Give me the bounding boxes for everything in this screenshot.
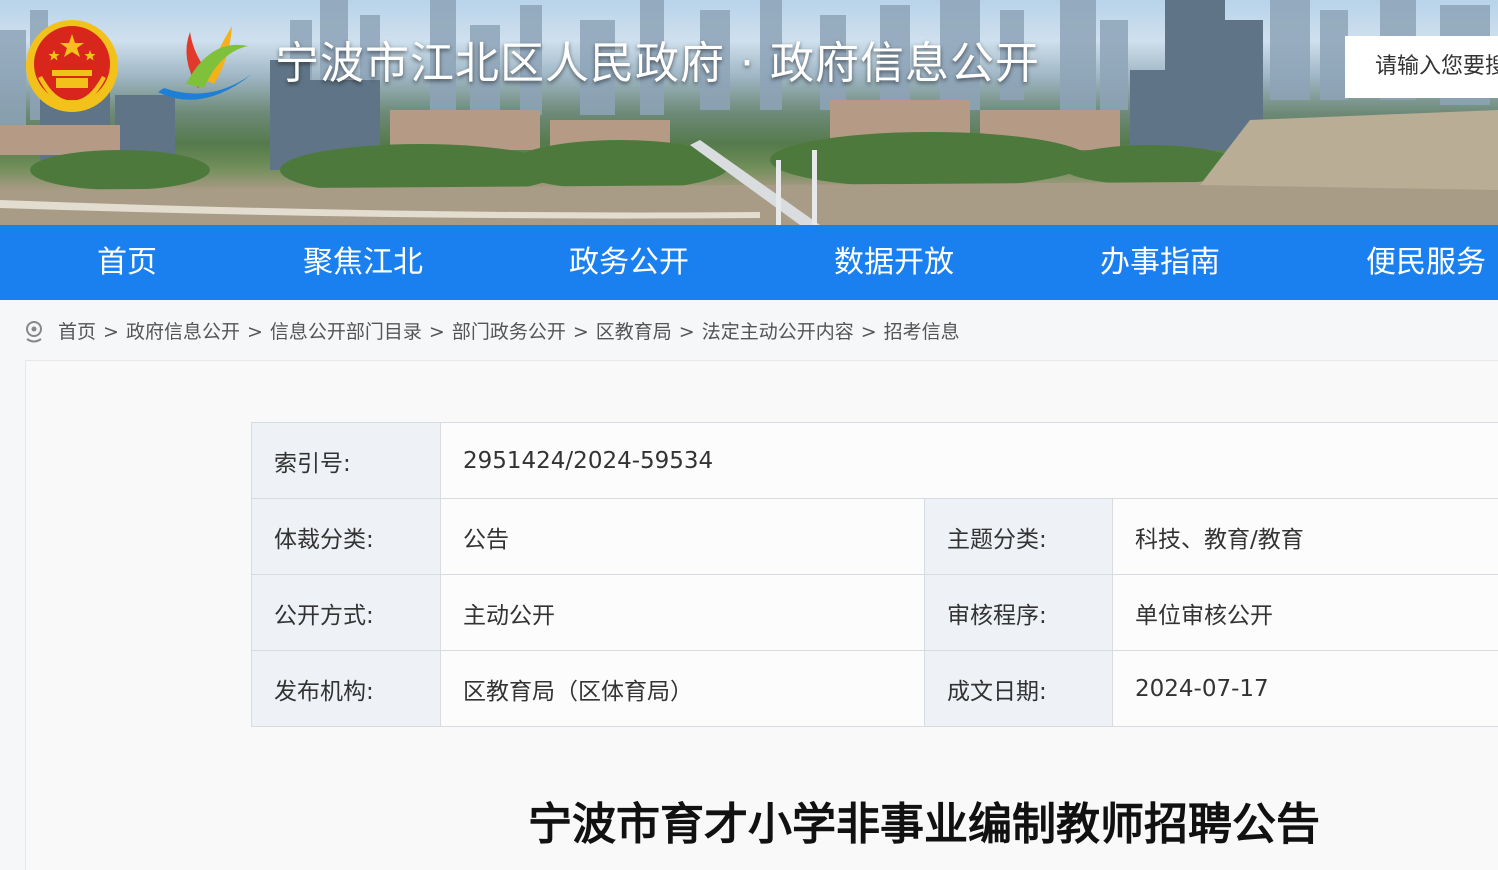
index-value: 2951424/2024-59534 (441, 423, 1498, 499)
breadcrumb-item-education-bureau[interactable]: 区教育局 (596, 316, 672, 348)
meta-row: 索引号: 2951424/2024-59534 (252, 423, 1498, 499)
header-banner: 宁波市江北区人民政府 · 政府信息公开 (0, 0, 1498, 225)
breadcrumb-item-dept-affairs[interactable]: 部门政务公开 (452, 316, 566, 348)
nav-item-focus[interactable]: 聚焦江北 (303, 225, 423, 300)
nav-item-guide[interactable]: 办事指南 (1100, 225, 1220, 300)
breadcrumb-item-exam-info[interactable]: 招考信息 (884, 316, 960, 348)
breadcrumb-item-dept-directory[interactable]: 信息公开部门目录 (270, 316, 422, 348)
breadcrumb-item-home[interactable]: 首页 (58, 316, 96, 348)
nav-item-services[interactable]: 便民服务 (1366, 225, 1486, 300)
search-input[interactable] (1345, 36, 1498, 98)
breadcrumb-separator: > (573, 316, 589, 348)
jiangbei-logo-icon (150, 18, 254, 106)
article-title: 宁波市育才小学非事业编制教师招聘公告 (0, 790, 1498, 860)
publisher-label: 发布机构: (252, 651, 441, 727)
breadcrumb-separator: > (103, 316, 119, 348)
breadcrumb-separator: > (247, 316, 263, 348)
method-label: 公开方式: (252, 575, 441, 651)
breadcrumb-separator: > (679, 316, 695, 348)
topic-value: 科技、教育/教育 (1113, 499, 1498, 575)
nav-item-home[interactable]: 首页 (97, 225, 157, 300)
breadcrumb-separator: > (429, 316, 445, 348)
nav-item-affairs[interactable]: 政务公开 (569, 225, 689, 300)
meta-row: 发布机构: 区教育局（区体育局） 成文日期: 2024-07-17 (252, 651, 1498, 727)
topic-label: 主题分类: (925, 499, 1113, 575)
breadcrumb-item-statutory[interactable]: 法定主动公开内容 (702, 316, 854, 348)
national-emblem-icon (24, 18, 120, 114)
main-nav: 首页 聚焦江北 政务公开 数据开放 办事指南 便民服务 (0, 225, 1498, 300)
breadcrumb-separator: > (861, 316, 877, 348)
location-pin-icon (24, 320, 44, 344)
date-label: 成文日期: (925, 651, 1113, 727)
meta-row: 公开方式: 主动公开 审核程序: 单位审核公开 (252, 575, 1498, 651)
review-label: 审核程序: (925, 575, 1113, 651)
meta-row: 体裁分类: 公告 主题分类: 科技、教育/教育 (252, 499, 1498, 575)
breadcrumb: 首页 > 政府信息公开 > 信息公开部门目录 > 部门政务公开 > 区教育局 >… (24, 316, 960, 348)
genre-value: 公告 (441, 499, 925, 575)
method-value: 主动公开 (441, 575, 925, 651)
site-title: 宁波市江北区人民政府 · 政府信息公开 (275, 34, 1040, 94)
nav-item-data[interactable]: 数据开放 (834, 225, 954, 300)
genre-label: 体裁分类: (252, 499, 441, 575)
review-value: 单位审核公开 (1113, 575, 1498, 651)
index-label: 索引号: (252, 423, 441, 499)
date-value: 2024-07-17 (1113, 651, 1498, 727)
publisher-value: 区教育局（区体育局） (441, 651, 925, 727)
breadcrumb-item-gov-info[interactable]: 政府信息公开 (126, 316, 240, 348)
document-meta-table: 索引号: 2951424/2024-59534 体裁分类: 公告 主题分类: 科… (251, 422, 1498, 727)
